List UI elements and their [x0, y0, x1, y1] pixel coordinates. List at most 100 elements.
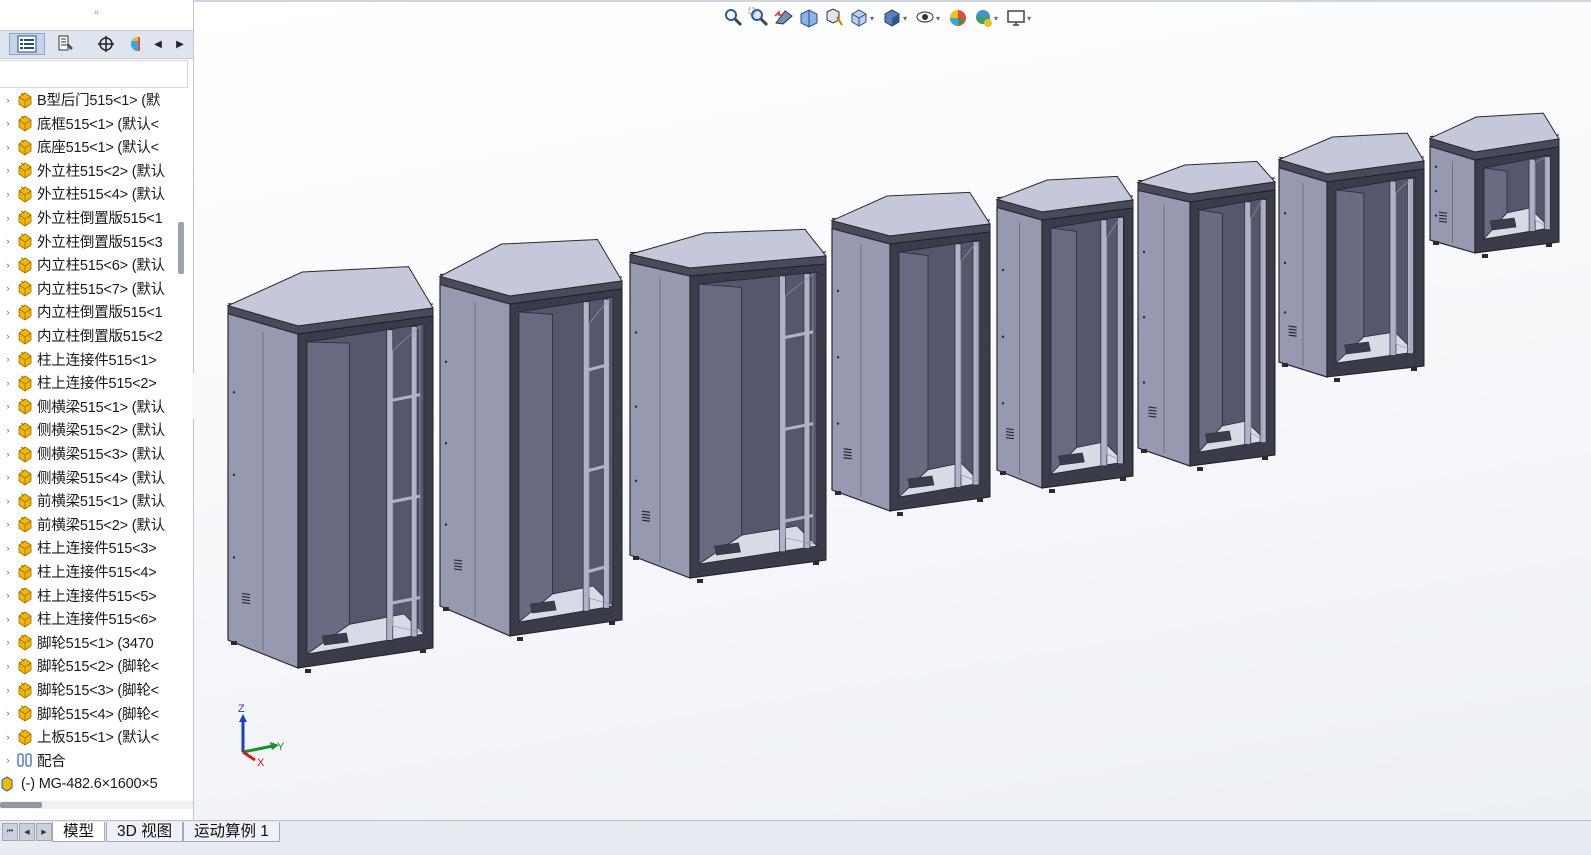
tree-item[interactable]: › 底框515<1> (默认< — [0, 112, 193, 135]
expand-arrow-icon[interactable]: › — [0, 543, 16, 553]
tree-item[interactable]: › 内立柱515<7> (默认 — [0, 277, 193, 300]
model-scene[interactable]: Z YX — [194, 0, 1591, 820]
expand-arrow-icon[interactable]: › — [0, 213, 16, 223]
tree-item[interactable]: › 柱上连接件515<4> — [0, 560, 193, 583]
tree-item[interactable]: › 柱上连接件515<6> — [0, 607, 193, 630]
expand-arrow-icon[interactable]: › — [0, 260, 16, 270]
expand-arrow-icon[interactable]: › — [0, 331, 16, 341]
expand-arrow-icon[interactable]: › — [0, 496, 16, 506]
graphics-area[interactable]: Z YX — [194, 0, 1591, 820]
property-manager-icon[interactable] — [48, 33, 84, 55]
dynamic-annotation-icon[interactable] — [822, 7, 846, 29]
server-cabinet[interactable] — [438, 238, 623, 642]
server-cabinet[interactable] — [1428, 112, 1560, 258]
tree-item-mates[interactable]: › 配合 — [0, 749, 193, 772]
expand-arrow-icon[interactable]: › — [0, 590, 16, 600]
expand-arrow-icon[interactable]: › — [0, 472, 16, 482]
tree-item[interactable]: › 脚轮515<4> (脚轮< — [0, 702, 193, 725]
tree-item[interactable]: › 柱上连接件515<3> — [0, 536, 193, 559]
next-tab-icon[interactable]: ▶ — [36, 823, 52, 841]
apply-scene-icon[interactable] — [971, 7, 995, 29]
expand-arrow-icon[interactable]: › — [0, 354, 16, 364]
expand-arrow-icon[interactable]: › — [0, 661, 16, 671]
server-cabinet[interactable] — [830, 191, 991, 516]
expand-arrow-icon[interactable]: › — [0, 378, 16, 388]
tree-item[interactable]: › 侧横梁515<1> (默认 — [0, 395, 193, 418]
tab-motion-study-1[interactable]: 运动算例 1 — [183, 822, 280, 842]
tree-item[interactable]: › 内立柱倒置版515<2 — [0, 324, 193, 347]
appearance-icon[interactable] — [128, 33, 150, 55]
edit-appearance-icon[interactable] — [946, 7, 970, 29]
tree-horizontal-scrollbar[interactable] — [0, 802, 42, 808]
tree-item[interactable]: › 柱上连接件515<1> — [0, 348, 193, 371]
expand-arrow-icon[interactable]: › — [0, 236, 16, 246]
previous-tab-icon[interactable]: ◀ — [19, 823, 35, 841]
tab-model[interactable]: 模型 — [52, 822, 106, 842]
expand-arrow-icon[interactable]: › — [0, 283, 16, 293]
tree-item[interactable]: › 外立柱515<4> (默认 — [0, 182, 193, 205]
expand-arrow-icon[interactable]: › — [0, 449, 16, 459]
expand-arrow-icon[interactable]: › — [0, 165, 16, 175]
server-cabinet[interactable] — [629, 228, 827, 583]
tree-item[interactable]: › 侧横梁515<3> (默认 — [0, 442, 193, 465]
previous-view-icon[interactable] — [772, 7, 796, 29]
expand-arrow-icon[interactable]: › — [0, 189, 16, 199]
section-view-icon[interactable] — [797, 7, 821, 29]
expand-arrow-icon[interactable]: › — [0, 755, 16, 765]
view-settings-icon[interactable] — [1004, 7, 1028, 29]
hide-show-items-icon[interactable] — [913, 7, 937, 29]
expand-arrow-icon[interactable]: › — [0, 567, 16, 577]
expand-arrow-icon[interactable]: › — [0, 637, 16, 647]
server-cabinet[interactable] — [1277, 132, 1425, 382]
configuration-manager-icon[interactable] — [88, 33, 124, 55]
tree-item[interactable]: › 底座515<1> (默认< — [0, 135, 193, 158]
tree-item[interactable]: › 侧横梁515<4> (默认 — [0, 466, 193, 489]
tree-item[interactable]: › 脚轮515<3> (脚轮< — [0, 678, 193, 701]
dropdown-caret-icon[interactable]: ▾ — [903, 14, 907, 23]
tree-vertical-scrollbar[interactable] — [178, 222, 184, 274]
dropdown-caret-icon[interactable]: ▾ — [994, 14, 998, 23]
tree-item[interactable]: › 内立柱倒置版515<1 — [0, 300, 193, 323]
scroll-tabs-right-icon[interactable]: ▶ — [172, 33, 188, 55]
feature-manager-icon[interactable] — [9, 33, 45, 55]
zoom-to-fit-icon[interactable] — [722, 7, 746, 29]
tree-item[interactable]: › 脚轮515<1> (3470 — [0, 631, 193, 654]
tree-item[interactable]: › 外立柱515<2> (默认 — [0, 159, 193, 182]
dropdown-caret-icon[interactable]: ▾ — [870, 14, 874, 23]
dropdown-caret-icon[interactable]: ▾ — [936, 14, 940, 23]
tree-item[interactable]: › 柱上连接件515<2> — [0, 371, 193, 394]
tree-item[interactable]: › 脚轮515<2> (脚轮< — [0, 654, 193, 677]
server-cabinet[interactable] — [226, 266, 434, 673]
tree-item[interactable]: › 外立柱倒置版515<3 — [0, 230, 193, 253]
server-cabinet[interactable] — [1136, 160, 1276, 471]
zoom-to-area-icon[interactable] — [747, 7, 771, 29]
expand-arrow-icon[interactable]: › — [0, 118, 16, 128]
tree-item[interactable]: › 侧横梁515<2> (默认 — [0, 418, 193, 441]
tab-3d-view[interactable]: 3D 视图 — [106, 822, 184, 842]
expand-arrow-icon[interactable]: › — [0, 142, 16, 152]
scroll-tabs-left-icon[interactable]: ◀ — [150, 33, 166, 55]
expand-arrow-icon[interactable]: › — [0, 425, 16, 435]
tree-item-assembly[interactable]: (-) MG-482.6×1600×5 — [0, 772, 193, 795]
display-style-icon[interactable] — [880, 7, 904, 29]
tree-item[interactable]: › 前横梁515<1> (默认 — [0, 489, 193, 512]
expand-arrow-icon[interactable]: › — [0, 732, 16, 742]
expand-arrow-icon[interactable]: › — [0, 685, 16, 695]
first-tab-icon[interactable]: ⏮ — [2, 823, 18, 841]
expand-arrow-icon[interactable]: › — [0, 95, 16, 105]
expand-arrow-icon[interactable]: › — [0, 401, 16, 411]
expand-arrow-icon[interactable]: › — [0, 519, 16, 529]
tree-item[interactable]: › 前横梁515<2> (默认 — [0, 513, 193, 536]
dropdown-caret-icon[interactable]: ▾ — [1027, 14, 1031, 23]
tree-item[interactable]: › 柱上连接件515<5> — [0, 584, 193, 607]
tree-item[interactable]: › B型后门515<1> (默 — [0, 88, 193, 111]
panel-grip-handle[interactable]: ⸰ — [0, 5, 193, 23]
tree-item[interactable]: › 外立柱倒置版515<1 — [0, 206, 193, 229]
expand-arrow-icon[interactable]: › — [0, 614, 16, 624]
expand-arrow-icon[interactable]: › — [0, 307, 16, 317]
tree-item[interactable]: › 上板515<1> (默认< — [0, 725, 193, 748]
expand-arrow-icon[interactable]: › — [0, 708, 16, 718]
tree-item[interactable]: › 内立柱515<6> (默认 — [0, 253, 193, 276]
view-orientation-icon[interactable] — [847, 7, 871, 29]
server-cabinet[interactable] — [995, 175, 1134, 493]
